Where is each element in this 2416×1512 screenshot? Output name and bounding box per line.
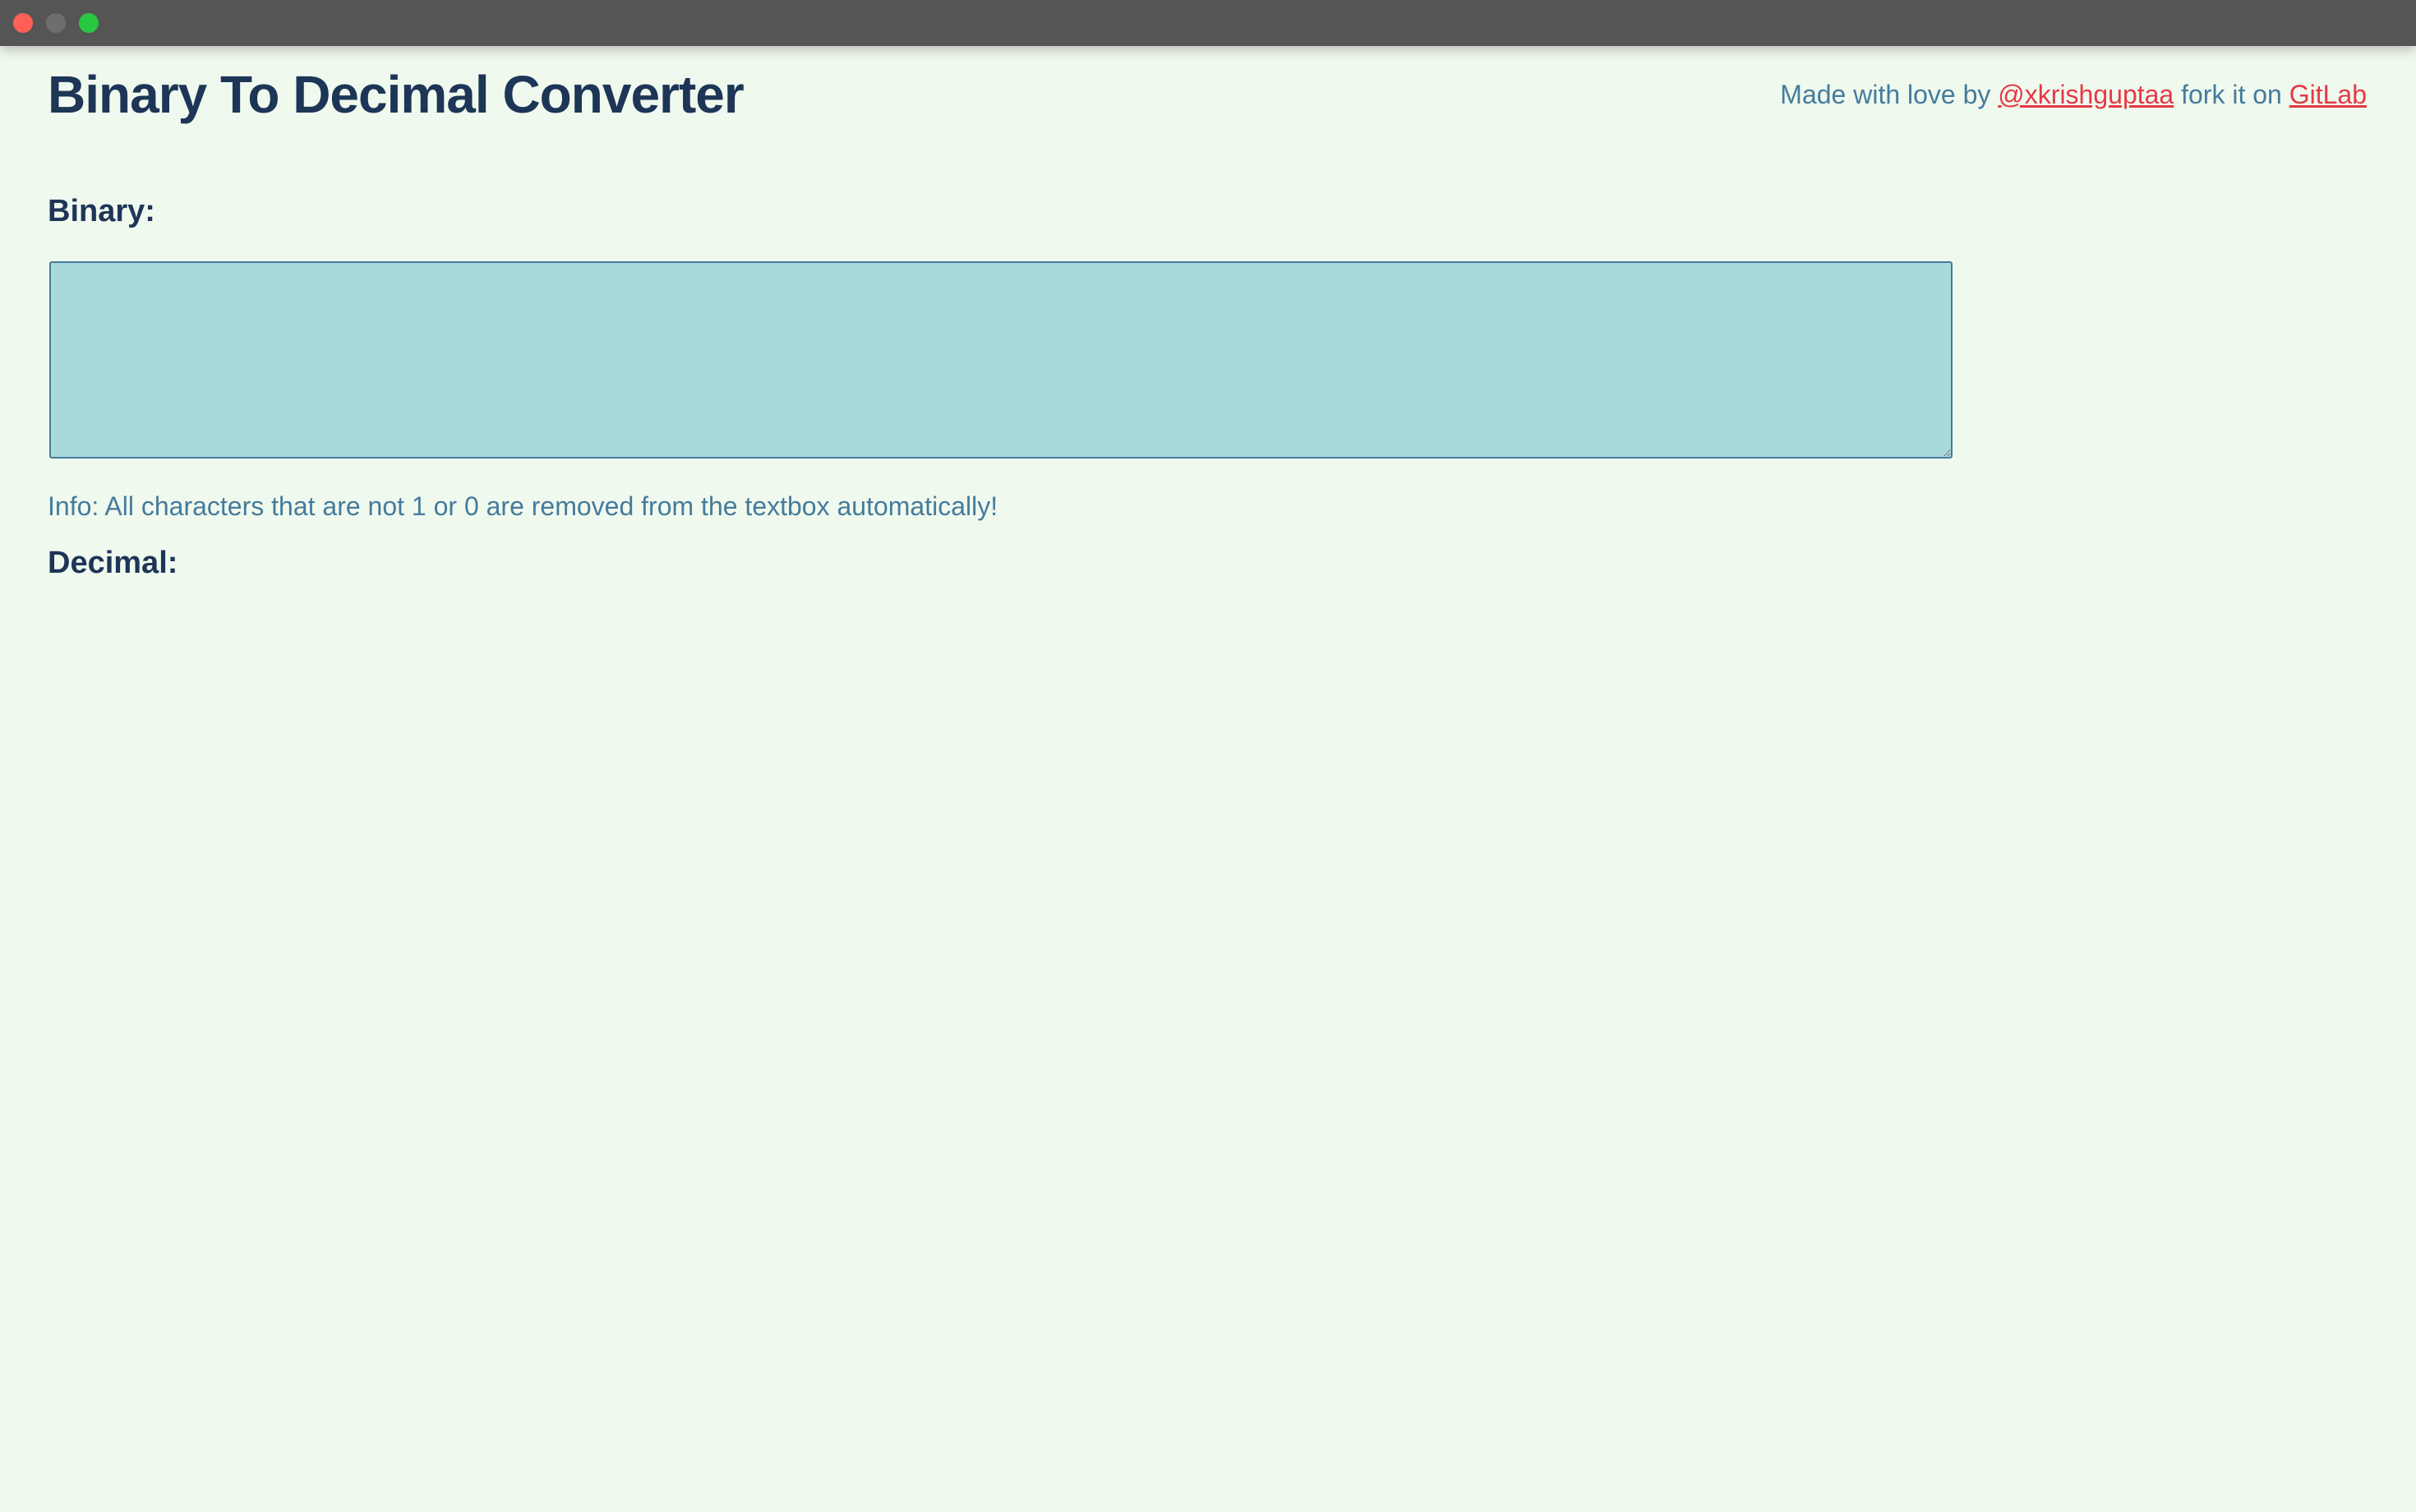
author-link[interactable]: @xkrishguptaa (1998, 80, 2174, 109)
decimal-label: Decimal: (48, 546, 178, 580)
credit-middle: fork it on (2181, 80, 2282, 109)
gitlab-link[interactable]: GitLab (2289, 80, 2367, 109)
binary-input[interactable] (49, 261, 1953, 459)
binary-label: Binary: (48, 194, 155, 228)
page-title: Binary To Decimal Converter (48, 65, 745, 124)
close-window-button[interactable] (13, 13, 33, 33)
window-titlebar (0, 0, 2416, 46)
credit-prefix: Made with love by (1780, 80, 1991, 109)
info-text: Info: All characters that are not 1 or 0… (48, 491, 998, 521)
credit-text: Made with love by @xkrishguptaa fork it … (1780, 80, 2367, 110)
maximize-window-button[interactable] (79, 13, 99, 33)
minimize-window-button[interactable] (46, 13, 66, 33)
